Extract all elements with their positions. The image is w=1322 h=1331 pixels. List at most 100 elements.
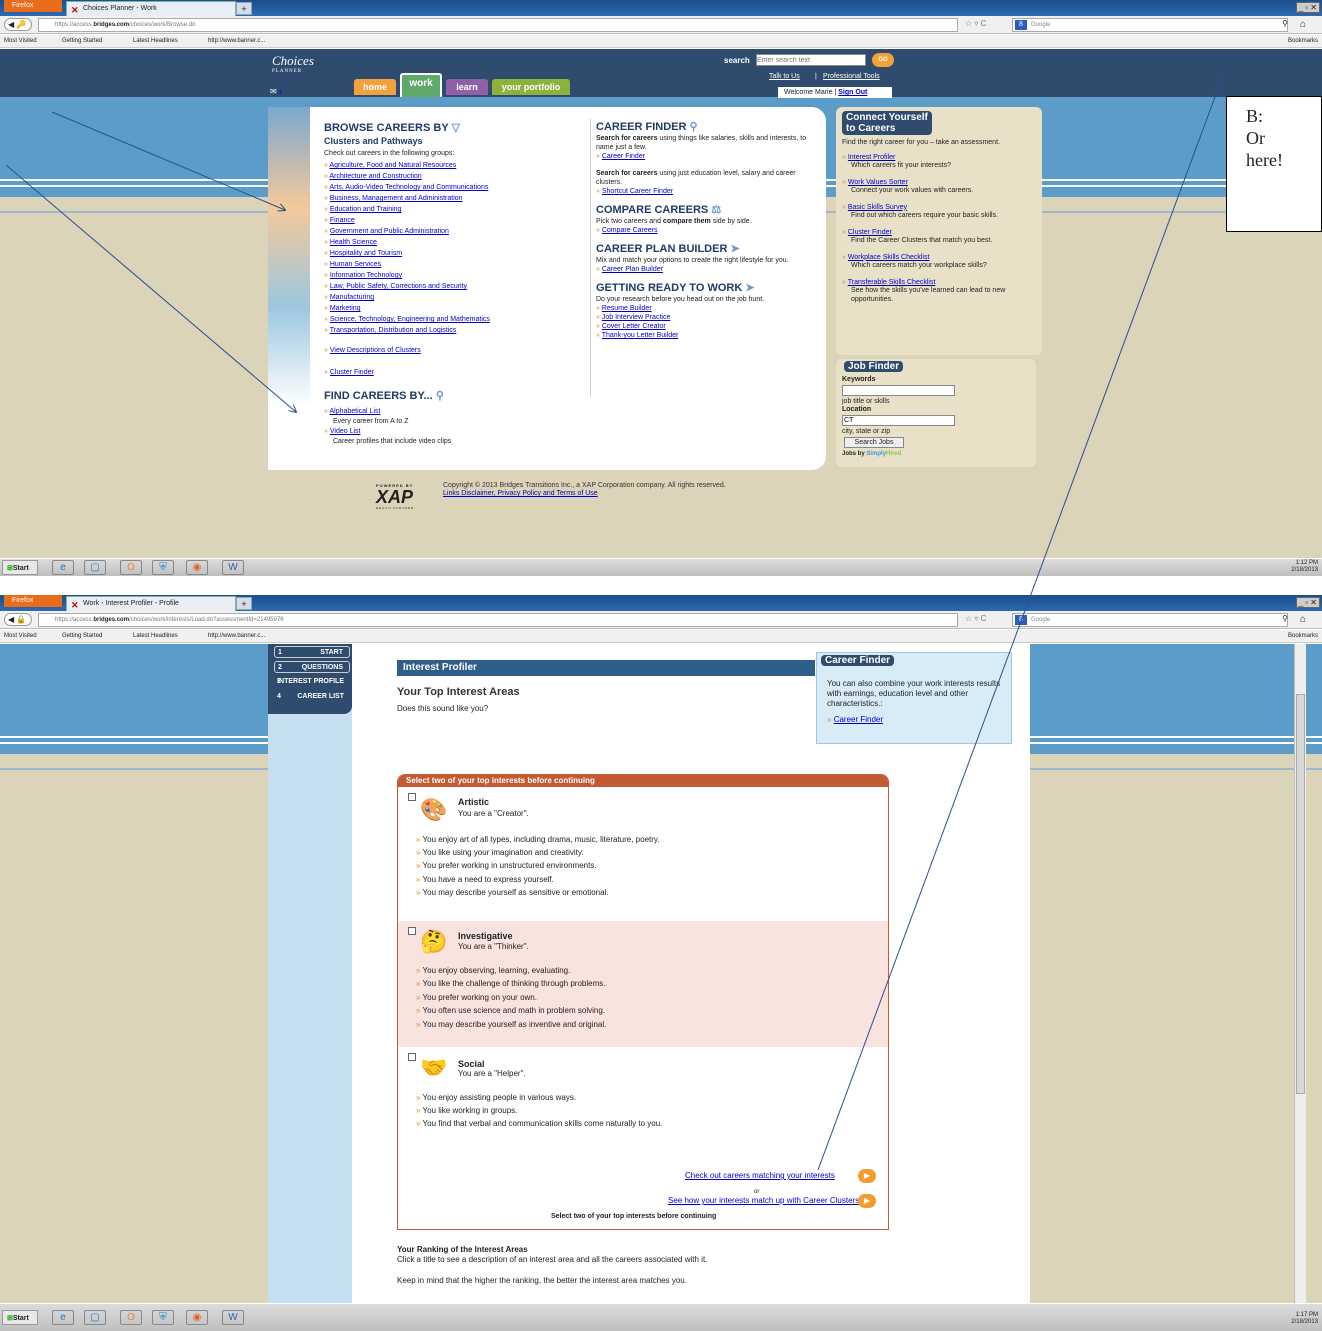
view-descriptions-link[interactable]: View Descriptions of Clusters: [330, 347, 421, 354]
interest-profiler-link[interactable]: Interest Profiler: [848, 154, 895, 161]
home-icon[interactable]: ⌂: [1300, 19, 1306, 30]
back-button[interactable]: ◀ 🔑: [4, 18, 32, 31]
nav-tab-home[interactable]: home: [354, 79, 396, 95]
browser-tab[interactable]: ✕ Choices Planner - Work: [66, 1, 236, 16]
word-icon[interactable]: W: [222, 1310, 244, 1325]
play-arrow-icon[interactable]: ▶: [858, 1194, 876, 1208]
search-engine-box[interactable]: 8 Google: [1012, 18, 1288, 32]
ie-icon[interactable]: e: [52, 1310, 74, 1325]
location-input[interactable]: [842, 415, 955, 426]
nav-tab-learn[interactable]: learn: [446, 79, 488, 95]
shortcut-career-finder-link[interactable]: Shortcut Career Finder: [602, 188, 673, 195]
talk-to-us-link[interactable]: Talk to Us: [769, 73, 800, 80]
thank-you-letter-link[interactable]: Thank-you Letter Builder: [602, 332, 679, 339]
workplace-skills-link[interactable]: Workplace Skills Checklist: [848, 254, 930, 261]
explorer-icon[interactable]: ▢: [84, 1310, 106, 1325]
cluster-link[interactable]: Finance: [330, 217, 355, 224]
footer-links[interactable]: Links Disclaimer, Privacy Policy and Ter…: [443, 490, 598, 497]
firefox-menu-button[interactable]: Firefox: [4, 0, 62, 12]
window-controls[interactable]: _ ▫ ✕: [1295, 597, 1320, 608]
cluster-link[interactable]: Law, Public Safety, Corrections and Secu…: [330, 283, 467, 290]
transferable-skills-link[interactable]: Transferable Skills Checklist: [848, 279, 936, 286]
step-questions[interactable]: 2 QUESTIONS: [274, 661, 350, 673]
outlook-icon[interactable]: O: [120, 560, 142, 575]
bookmark-getting-started[interactable]: Getting Started: [62, 630, 102, 642]
star-reload-icon[interactable]: ☆ ▿ C: [965, 614, 986, 623]
address-bar[interactable]: https://access.bridges.com/choices/work/…: [38, 18, 958, 32]
new-tab-button[interactable]: +: [236, 2, 252, 15]
interview-practice-link[interactable]: Job Interview Practice: [602, 314, 670, 321]
cluster-link[interactable]: Health Science: [330, 239, 377, 246]
shield-icon[interactable]: ⛨: [152, 1310, 174, 1325]
cluster-link[interactable]: Information Technology: [330, 272, 402, 279]
bookmark-getting-started[interactable]: Getting Started: [62, 35, 102, 47]
step-career-list[interactable]: 4 CAREER LIST: [274, 691, 350, 703]
cluster-link[interactable]: Marketing: [330, 305, 361, 312]
sign-out-link[interactable]: Sign Out: [838, 89, 867, 96]
step-interest-profile[interactable]: 3 INTEREST PROFILE: [274, 676, 350, 688]
explorer-icon[interactable]: ▢: [84, 560, 106, 575]
step-start[interactable]: 1 START: [274, 646, 350, 658]
see-clusters-link[interactable]: See how your interests match up with Car…: [668, 1196, 859, 1205]
cluster-link[interactable]: Hospitality and Tourism: [330, 250, 402, 257]
site-search-input[interactable]: [756, 54, 866, 66]
cluster-link[interactable]: Arts, Audio-Video Technology and Communi…: [329, 184, 488, 191]
social-checkbox[interactable]: [408, 1053, 416, 1061]
search-icon[interactable]: ⚲: [1282, 19, 1288, 28]
new-tab-button[interactable]: +: [236, 597, 252, 610]
firefox-icon[interactable]: ◉: [186, 560, 208, 575]
keywords-input[interactable]: [842, 385, 955, 396]
home-icon[interactable]: ⌂: [1300, 614, 1306, 625]
alphabetical-list-link[interactable]: Alphabetical List: [329, 408, 380, 415]
search-jobs-button[interactable]: Search Jobs: [844, 437, 904, 448]
window-controls[interactable]: _ ▫ ✕: [1295, 2, 1320, 13]
word-icon[interactable]: W: [222, 560, 244, 575]
artistic-checkbox[interactable]: [408, 793, 416, 801]
cluster-link[interactable]: Science, Technology, Engineering and Mat…: [330, 316, 490, 323]
firefox-menu-button[interactable]: Firefox: [4, 595, 62, 607]
mail-icon[interactable]: ✉ 2: [270, 87, 282, 96]
browser-tab[interactable]: ✕ Work - Interest Profiler - Profile: [66, 596, 236, 611]
bookmark-latest-headlines[interactable]: Latest Headlines: [133, 630, 178, 642]
compare-careers-link[interactable]: Compare Careers: [602, 227, 658, 234]
career-plan-builder-link[interactable]: Career Plan Builder: [602, 266, 663, 273]
work-values-sorter-link[interactable]: Work Values Sorter: [848, 179, 908, 186]
cluster-link[interactable]: Architecture and Construction: [329, 173, 421, 180]
start-button[interactable]: ⊞Start: [2, 1310, 38, 1325]
cluster-link[interactable]: Agriculture, Food and Natural Resources: [329, 162, 456, 169]
investigative-checkbox[interactable]: [408, 927, 416, 935]
back-button[interactable]: ◀ 🔒: [4, 613, 32, 626]
bookmarks-menu[interactable]: Bookmarks: [1288, 630, 1318, 642]
firefox-icon[interactable]: ◉: [186, 1310, 208, 1325]
cluster-link[interactable]: Human Services: [330, 261, 381, 268]
ie-icon[interactable]: e: [52, 560, 74, 575]
nav-tab-portfolio[interactable]: your portfolio: [492, 79, 570, 95]
search-go-button[interactable]: GO: [872, 53, 894, 67]
cover-letter-link[interactable]: Cover Letter Creator: [602, 323, 666, 330]
career-finder-box-link[interactable]: Career Finder: [834, 715, 883, 724]
bookmark-most-visited[interactable]: Most Visited: [4, 630, 37, 642]
cluster-link[interactable]: Government and Public Administration: [330, 228, 449, 235]
scrollbar-thumb[interactable]: [1296, 694, 1305, 1094]
outlook-icon[interactable]: O: [120, 1310, 142, 1325]
scrollbar[interactable]: [1294, 644, 1306, 1303]
cluster-finder-link-2[interactable]: Cluster Finder: [848, 229, 892, 236]
search-icon[interactable]: ⚲: [1282, 614, 1288, 623]
address-bar[interactable]: https://access.bridges.com/choices/work/…: [38, 613, 958, 627]
cluster-link[interactable]: Education and Training: [330, 206, 402, 213]
shield-icon[interactable]: ⛨: [152, 560, 174, 575]
video-list-link[interactable]: Video List: [330, 428, 361, 435]
site-logo[interactable]: Choices PLANNER: [272, 53, 332, 74]
professional-tools-link[interactable]: Professional Tools: [823, 73, 880, 80]
basic-skills-survey-link[interactable]: Basic Skills Survey: [848, 204, 907, 211]
cluster-finder-link[interactable]: Cluster Finder: [330, 369, 374, 376]
bookmark-most-visited[interactable]: Most Visited: [4, 35, 37, 47]
bookmark-latest-headlines[interactable]: Latest Headlines: [133, 35, 178, 47]
career-finder-link[interactable]: Career Finder: [602, 153, 645, 160]
cluster-link[interactable]: Manufacturing: [330, 294, 374, 301]
cluster-link[interactable]: Business, Management and Administration: [330, 195, 463, 202]
bookmarks-menu[interactable]: Bookmarks: [1288, 35, 1318, 47]
play-arrow-icon[interactable]: ▶: [858, 1169, 876, 1183]
start-button[interactable]: ⊞Start: [2, 560, 38, 575]
bookmark-banner[interactable]: http://www.banner.c...: [208, 630, 265, 642]
